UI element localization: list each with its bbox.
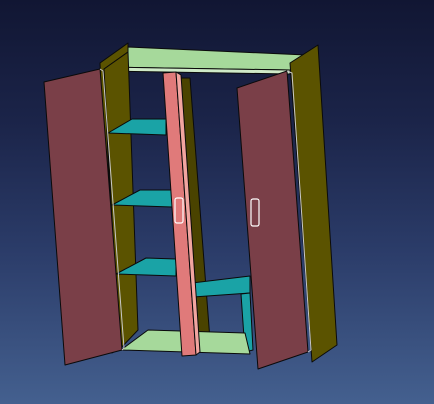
3d-viewport[interactable] [0,0,434,404]
cabinet-model[interactable] [0,0,434,404]
top-board[interactable] [100,46,307,71]
